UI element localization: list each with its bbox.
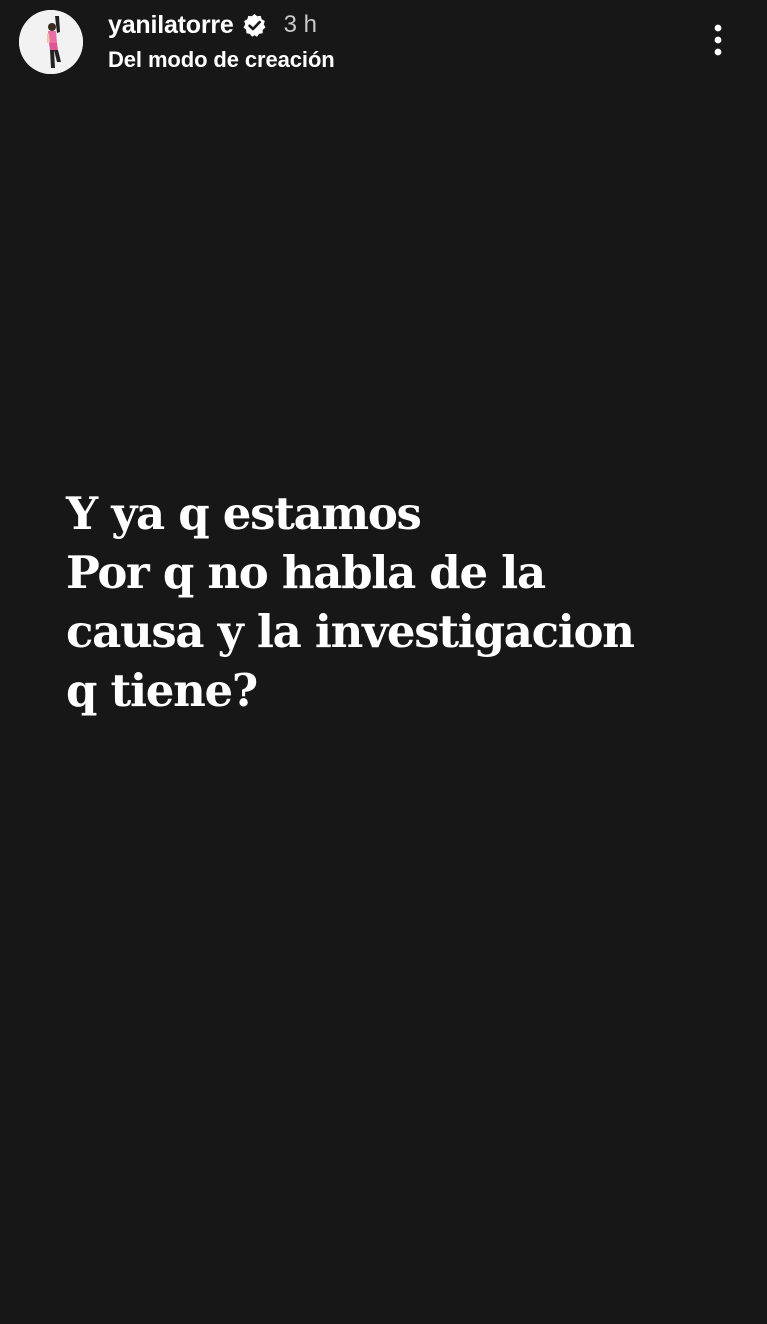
more-options-button[interactable] <box>700 18 736 62</box>
more-vertical-icon <box>714 24 722 56</box>
avatar-photo-icon <box>19 10 83 74</box>
user-info: yanilatorre 3 h <box>108 8 317 42</box>
story-text: Y ya q estamos Por q no habla de la caus… <box>66 484 746 720</box>
user-avatar[interactable] <box>19 10 83 74</box>
story-text-line: Por q no habla de la <box>66 546 546 599</box>
story-text-line: causa y la investigacion <box>66 605 635 658</box>
verified-badge-icon <box>242 13 267 38</box>
story-text-line: Y ya q estamos <box>66 487 422 540</box>
story-text-line: q tiene? <box>66 664 258 717</box>
created-mode-label[interactable]: Del modo de creación <box>108 47 335 73</box>
username[interactable]: yanilatorre <box>108 11 234 40</box>
post-time: 3 h <box>283 11 318 38</box>
story-header: yanilatorre 3 h Del modo de creación <box>0 0 767 90</box>
story-viewer[interactable]: yanilatorre 3 h Del modo de creación Y y… <box>0 0 767 1324</box>
